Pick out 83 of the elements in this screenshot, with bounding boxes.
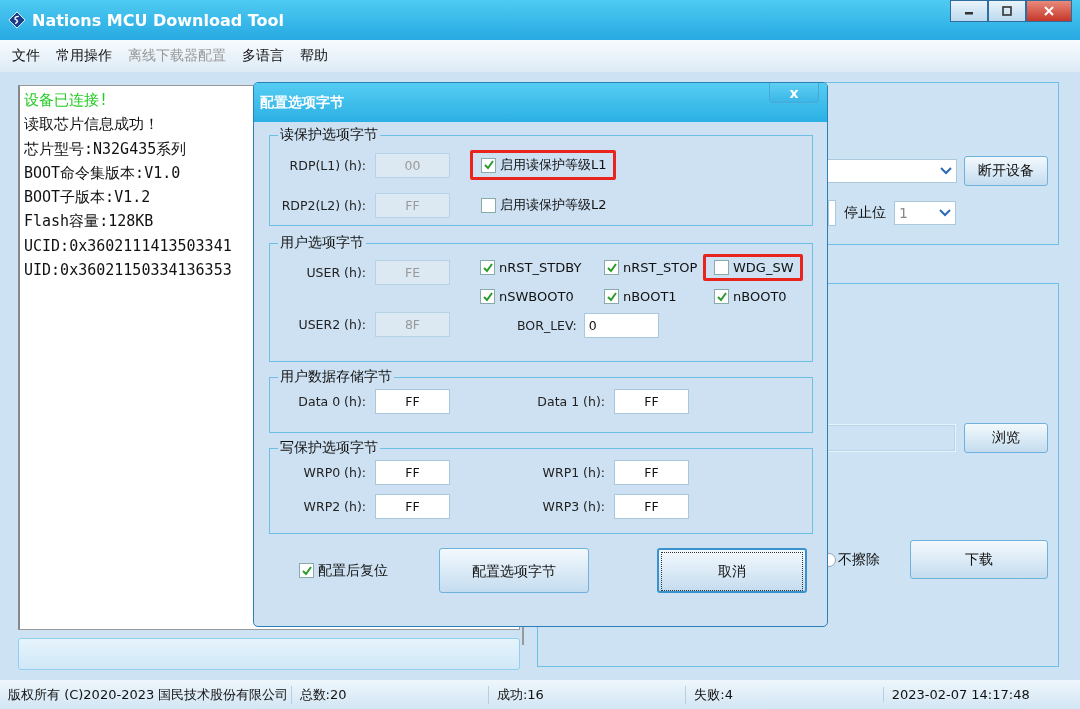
field-label: USER2 (h): xyxy=(297,317,366,332)
field-label: Data 0 (h): xyxy=(297,394,366,409)
checkmark-icon xyxy=(605,261,618,274)
checkmark-icon xyxy=(300,564,313,577)
field-label: RDP2(L2) (h): xyxy=(280,197,366,213)
checkbox[interactable] xyxy=(299,563,314,578)
caret-icon xyxy=(940,167,952,175)
checkmark-icon xyxy=(482,159,495,171)
caret-icon xyxy=(939,209,951,217)
maximize-button[interactable] xyxy=(988,0,1026,22)
checkbox[interactable] xyxy=(714,260,729,275)
field-label: WRP2 (h): xyxy=(302,499,366,514)
log-line: 芯片型号:N32G435系列 xyxy=(24,138,187,160)
download-button[interactable]: 下载 xyxy=(910,540,1048,579)
field-label: WRP3 (h): xyxy=(541,499,605,514)
status-text: 2023-02-07 14:17:48 xyxy=(882,687,1080,702)
checkbox-label[interactable]: nSWBOOT0 xyxy=(499,289,574,304)
close-icon xyxy=(1044,6,1054,16)
field-label: WRP0 (h): xyxy=(302,465,366,480)
checkbox[interactable] xyxy=(714,289,729,304)
input-field[interactable]: FF xyxy=(375,494,450,519)
log-line: Flash容量:128KB xyxy=(24,211,154,233)
window-title: Nations MCU Download Tool xyxy=(32,10,285,30)
field-label: BOR_LEV: xyxy=(517,318,577,333)
input-field[interactable] xyxy=(828,200,836,226)
maximize-icon xyxy=(1002,6,1012,16)
minimize-button[interactable] xyxy=(950,0,988,22)
stop-bits-dropdown[interactable]: 1 xyxy=(894,201,956,225)
checkbox[interactable] xyxy=(480,260,495,275)
menu-item[interactable]: 文件 xyxy=(12,47,40,65)
menu-item[interactable]: 帮助 xyxy=(300,47,328,65)
group-title: 写保护选项字节 xyxy=(279,439,379,457)
checkmark-icon xyxy=(715,290,728,303)
checkmark-icon xyxy=(481,261,494,274)
field-label: WRP1 (h): xyxy=(541,465,605,480)
checkmark-icon xyxy=(481,290,494,303)
dialog-button[interactable]: 取消 xyxy=(657,548,807,593)
input-field[interactable]: FF xyxy=(614,460,689,485)
field-label: Data 1 (h): xyxy=(536,394,605,409)
group-title: 用户数据存储字节 xyxy=(279,368,393,386)
dialog-title: 配置选项字节 xyxy=(260,93,344,112)
log-line: UID:0x36021150334136353 xyxy=(24,260,232,282)
checkbox[interactable] xyxy=(481,197,496,213)
log-line: UCID:0x3602111413503341 xyxy=(24,235,232,257)
group-title: 读保护选项字节 xyxy=(279,126,379,144)
dialog-button[interactable]: 配置选项字节 xyxy=(439,548,589,593)
input-field[interactable]: FF xyxy=(614,494,689,519)
checkbox-label[interactable]: 启用读保护等级L2 xyxy=(500,196,607,214)
status-text: 成功:16 xyxy=(487,685,686,704)
status-text: 总数:20 xyxy=(290,685,488,704)
menu-item[interactable]: 常用操作 xyxy=(56,47,112,65)
disconnect-button[interactable]: 断开设备 xyxy=(964,156,1048,186)
status-text: 版权所有 (C)2020-2023 国民技术股份有限公司 xyxy=(7,685,290,704)
checkmark-icon xyxy=(605,290,618,303)
field-label: USER (h): xyxy=(305,265,366,280)
radio-label: 不擦除 xyxy=(838,550,880,569)
log-line: 读取芯片信息成功！ xyxy=(24,114,159,136)
checkbox-label[interactable]: 启用读保护等级L1 xyxy=(500,156,607,174)
field-label: RDP(L1) (h): xyxy=(288,157,366,173)
stop-bits-label: 停止位 xyxy=(844,204,886,222)
checkbox-label[interactable]: nRST_STDBY xyxy=(499,260,582,275)
log-line: BOOT子版本:V1.2 xyxy=(24,187,151,209)
log-line: BOOT命令集版本:V1.0 xyxy=(24,162,181,184)
checkbox-label[interactable]: WDG_SW xyxy=(733,260,794,275)
status-text: 失败:4 xyxy=(685,685,883,704)
input-field[interactable]: 0 xyxy=(583,313,659,338)
diamond-logo-icon xyxy=(8,11,26,29)
checkbox[interactable] xyxy=(604,289,619,304)
checkbox[interactable] xyxy=(481,157,496,173)
input-field[interactable]: FF xyxy=(375,389,450,414)
browse-button[interactable]: 浏览 xyxy=(964,423,1048,453)
menu-item[interactable]: 多语言 xyxy=(242,47,284,65)
input-field[interactable]: FF xyxy=(375,460,450,485)
checkbox-label[interactable]: nBOOT1 xyxy=(623,289,677,304)
checkbox[interactable] xyxy=(604,260,619,275)
input-field[interactable]: FF xyxy=(614,389,689,414)
close-button[interactable] xyxy=(1026,0,1072,22)
group-title: 用户选项字节 xyxy=(279,234,365,252)
checkbox-label[interactable]: 配置后复位 xyxy=(318,561,388,580)
checkbox-label[interactable]: nRST_STOP xyxy=(623,260,698,275)
checkbox[interactable] xyxy=(480,289,495,304)
log-line: 设备已连接! xyxy=(24,90,109,111)
checkbox-label[interactable]: nBOOT0 xyxy=(733,289,787,304)
